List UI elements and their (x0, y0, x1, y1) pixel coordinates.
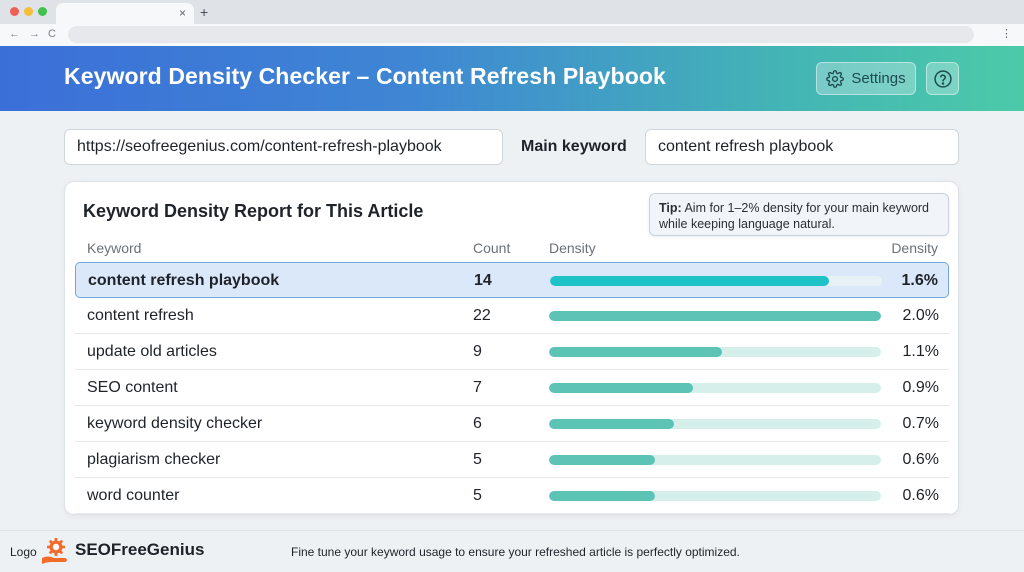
keyword-cell: content refresh playbook (88, 272, 280, 289)
report-title: Keyword Density Report for This Article (83, 201, 424, 221)
table-row[interactable]: update old articles 9 1.1% (75, 334, 949, 370)
brand-name: SEOFreeGenius (75, 540, 205, 559)
table-row[interactable]: content refresh 22 2.0% (75, 298, 949, 334)
density-bar (549, 347, 881, 357)
forward-arrow-icon[interactable]: → (29, 27, 40, 41)
window-maximize-button[interactable] (38, 7, 47, 16)
back-arrow-icon[interactable]: ← (9, 27, 20, 41)
window-close-button[interactable] (10, 7, 19, 16)
address-bar[interactable] (68, 26, 974, 43)
reload-icon[interactable]: C (48, 27, 56, 41)
density-bar-fill (549, 383, 694, 393)
table-row[interactable]: SEO content 7 0.9% (75, 370, 949, 406)
density-value-cell: 0.9% (902, 379, 939, 396)
keyword-cell: keyword density checker (87, 415, 263, 432)
settings-button[interactable]: Settings (816, 62, 916, 95)
density-bar (549, 383, 881, 393)
density-bar (550, 276, 882, 286)
question-circle-icon (933, 69, 952, 88)
brain-gear-logo-icon (42, 538, 67, 564)
browser-tab[interactable]: × (56, 3, 194, 24)
footer-message: Fine tune your keyword usage to ensure y… (291, 545, 740, 559)
help-button[interactable] (926, 62, 959, 95)
keyword-cell: content refresh (87, 307, 194, 324)
density-value-cell: 1.6% (901, 272, 938, 289)
count-cell: 22 (473, 307, 491, 324)
browser-chrome: × + ← → C ⋮ (0, 0, 1024, 46)
settings-label: Settings (851, 70, 906, 87)
count-cell: 9 (473, 343, 482, 360)
density-bar (549, 455, 881, 465)
tip-label: Tip: (659, 201, 682, 215)
count-cell: 14 (474, 272, 492, 289)
count-cell: 7 (473, 379, 482, 396)
gear-icon (826, 69, 845, 88)
density-bar-fill (550, 276, 829, 286)
column-header-keyword[interactable]: Keyword (87, 240, 141, 256)
density-bar (549, 491, 881, 501)
tab-close-icon[interactable]: × (179, 6, 186, 20)
density-bar-fill (549, 347, 722, 357)
tip-text: Aim for 1–2% density for your main keywo… (659, 201, 930, 231)
count-cell: 5 (473, 487, 482, 504)
density-value-cell: 2.0% (902, 307, 939, 324)
density-bar-fill (549, 419, 674, 429)
column-header-count[interactable]: Count (473, 240, 510, 256)
density-report-card: Keyword Density Report for This Article … (64, 181, 959, 515)
density-value-cell: 0.6% (902, 487, 939, 504)
main-keyword-label: Main keyword (521, 138, 627, 155)
count-cell: 6 (473, 415, 482, 432)
density-bar-fill (549, 455, 656, 465)
table-row[interactable]: plagiarism checker 5 0.6% (75, 442, 949, 478)
tip-box: Tip: Aim for 1–2% density for your main … (649, 193, 949, 236)
keyword-cell: update old articles (87, 343, 217, 360)
table-row[interactable]: keyword density checker 6 0.7% (75, 406, 949, 442)
keyword-cell: word counter (87, 487, 180, 504)
browser-menu-icon[interactable]: ⋮ (1001, 27, 1012, 40)
app-header: Keyword Density Checker – Content Refres… (0, 46, 1024, 111)
density-value-cell: 0.6% (902, 451, 939, 468)
density-bar (549, 311, 881, 321)
browser-toolbar: ← → C ⋮ (0, 24, 1024, 46)
new-tab-button[interactable]: + (200, 4, 208, 20)
keyword-cell: SEO content (87, 379, 178, 396)
column-header-density-value[interactable]: Density (891, 240, 938, 256)
table-row-main-keyword[interactable]: content refresh playbook 14 1.6% (75, 262, 949, 298)
column-header-density-bar[interactable]: Density (549, 240, 596, 256)
count-cell: 5 (473, 451, 482, 468)
page-title: Keyword Density Checker – Content Refres… (64, 63, 666, 89)
density-bar (549, 419, 881, 429)
table-row[interactable]: word counter 5 0.6% (75, 478, 949, 514)
density-bar-fill (549, 491, 656, 501)
tab-strip: × + (0, 0, 1024, 24)
density-value-cell: 0.7% (902, 415, 939, 432)
main-keyword-input[interactable] (645, 129, 959, 165)
keyword-cell: plagiarism checker (87, 451, 221, 468)
density-value-cell: 1.1% (902, 343, 939, 360)
article-url-input[interactable] (64, 129, 503, 165)
logo-label: Logo (10, 545, 37, 559)
density-bar-fill (549, 311, 881, 321)
footer: Logo SEOFreeGenius Fine tune your keywor… (0, 530, 1024, 572)
window-minimize-button[interactable] (24, 7, 33, 16)
